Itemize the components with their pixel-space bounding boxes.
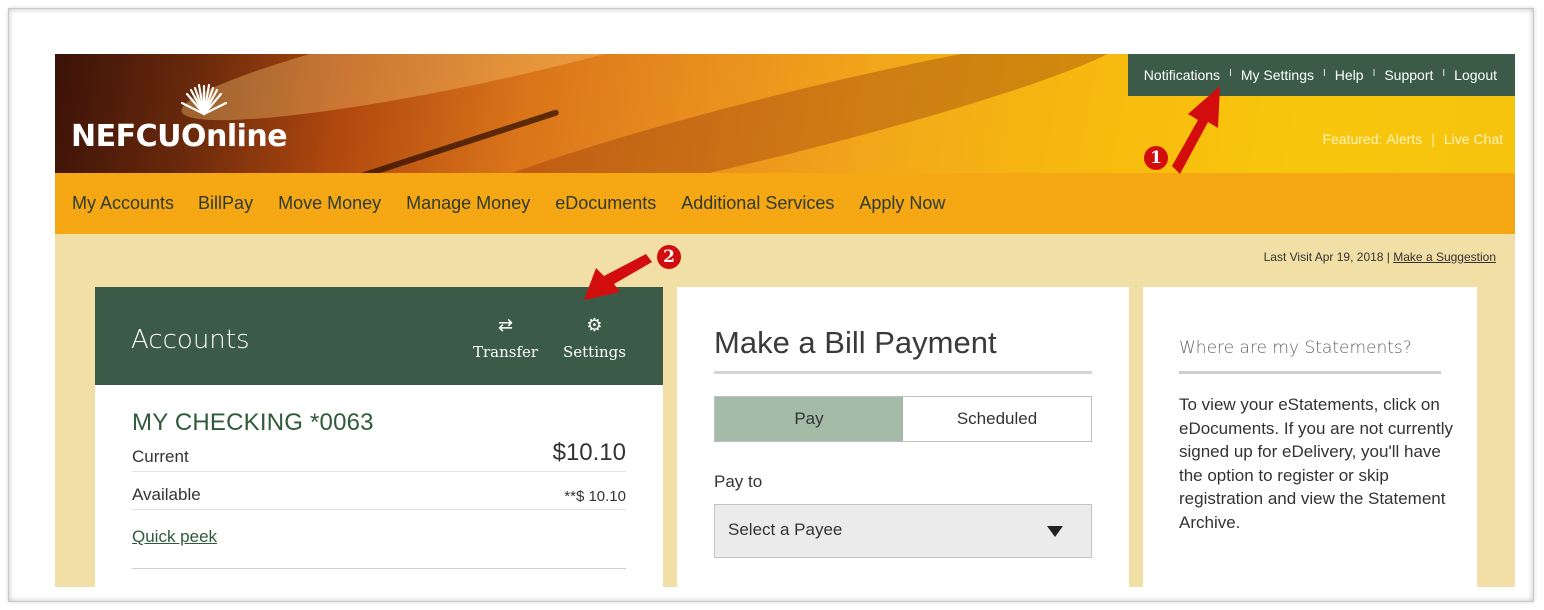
payee-select[interactable]: Select a Payee <box>714 504 1092 558</box>
main-nav: My Accounts BillPay Move Money Manage Mo… <box>55 173 1515 234</box>
nav-apply-now[interactable]: Apply Now <box>847 193 958 214</box>
nav-separator: I <box>1229 67 1232 79</box>
nav-separator: I <box>1372 67 1376 79</box>
title-underline <box>1179 371 1441 374</box>
red-arrow-icon <box>584 254 652 300</box>
sun-logo-icon <box>180 83 228 116</box>
payee-select-value: Select a Payee <box>728 520 843 539</box>
nav-separator: I <box>1322 67 1326 79</box>
current-balance: $10.10 <box>552 439 626 466</box>
nav-separator: I <box>1442 67 1446 79</box>
pay-to-label: Pay to <box>714 472 763 491</box>
available-label: Available <box>132 485 201 504</box>
bill-payment-title: Make a Bill Payment <box>714 325 997 360</box>
website: NEFCUOnline Notifications I My Settings … <box>55 54 1515 587</box>
nav-additional-services[interactable]: Additional Services <box>669 193 847 214</box>
tab-scheduled[interactable]: Scheduled <box>903 397 1091 441</box>
nav-my-accounts[interactable]: My Accounts <box>55 193 186 214</box>
nav-edocuments[interactable]: eDocuments <box>543 193 669 214</box>
logo-text: NEFCUOnline <box>71 119 288 154</box>
settings-button[interactable]: ⚙ Settings <box>563 315 626 361</box>
nav-move-money[interactable]: Move Money <box>266 193 394 214</box>
last-visit-text: Last Visit Apr 19, 2018 | <box>1263 250 1390 264</box>
nav-billpay[interactable]: BillPay <box>186 193 266 214</box>
current-label: Current <box>132 447 189 466</box>
bill-payment-card: Make a Bill Payment Pay Scheduled Pay to… <box>677 287 1129 587</box>
dropdown-arrow-icon <box>1047 526 1063 537</box>
red-arrow-icon <box>1172 86 1220 174</box>
step-1-marker: 1 <box>1144 146 1168 170</box>
nefcu-logo[interactable]: NEFCUOnline <box>71 83 288 154</box>
available-balance: **$ 10.10 <box>564 488 626 505</box>
accounts-title: Accounts <box>131 325 250 355</box>
gear-icon: ⚙ <box>586 315 603 336</box>
alerts-link[interactable]: Alerts <box>1386 131 1422 147</box>
payment-tabs: Pay Scheduled <box>714 396 1092 442</box>
last-visit-info: Last Visit Apr 19, 2018 | Make a Suggest… <box>1264 250 1496 264</box>
header-banner: NEFCUOnline Notifications I My Settings … <box>55 54 1515 238</box>
settings-label: Settings <box>563 343 626 361</box>
tab-pay[interactable]: Pay <box>715 397 903 441</box>
statements-body: To view your eStatements, click on eDocu… <box>1179 395 1454 532</box>
screenshot-frame: NEFCUOnline Notifications I My Settings … <box>8 8 1534 602</box>
step-2-marker: 2 <box>657 245 681 269</box>
available-balance-row: Available **$ 10.10 <box>132 479 626 510</box>
current-balance-row: Current $10.10 <box>132 439 626 472</box>
logout-link[interactable]: Logout <box>1448 67 1503 83</box>
title-underline <box>714 371 1092 374</box>
featured-separator: | <box>1431 131 1435 147</box>
statements-title: Where are my Statements? <box>1179 338 1412 358</box>
make-suggestion-link[interactable]: Make a Suggestion <box>1393 250 1496 264</box>
divider <box>132 568 626 569</box>
accounts-header: Accounts ⇄ Transfer ⚙ Settings <box>95 287 663 385</box>
live-chat-link[interactable]: Live Chat <box>1444 131 1503 147</box>
accounts-card: Accounts ⇄ Transfer ⚙ Settings MY CHECKI… <box>95 287 663 587</box>
statements-card: Where are my Statements? To view your eS… <box>1143 287 1477 587</box>
transfer-arrows-icon: ⇄ <box>497 315 514 336</box>
my-settings-link[interactable]: My Settings <box>1235 67 1320 83</box>
help-link[interactable]: Help <box>1329 67 1370 83</box>
quick-peek-link[interactable]: Quick peek <box>132 527 217 547</box>
support-link[interactable]: Support <box>1378 67 1439 83</box>
nav-manage-money[interactable]: Manage Money <box>394 193 543 214</box>
notifications-link[interactable]: Notifications <box>1138 67 1226 83</box>
transfer-button[interactable]: ⇄ Transfer <box>473 315 538 361</box>
transfer-label: Transfer <box>473 343 539 361</box>
featured-links: Featured: Alerts | Live Chat <box>1322 131 1503 147</box>
featured-label: Featured: <box>1322 131 1383 147</box>
account-name-link[interactable]: MY CHECKING *0063 <box>132 409 374 437</box>
